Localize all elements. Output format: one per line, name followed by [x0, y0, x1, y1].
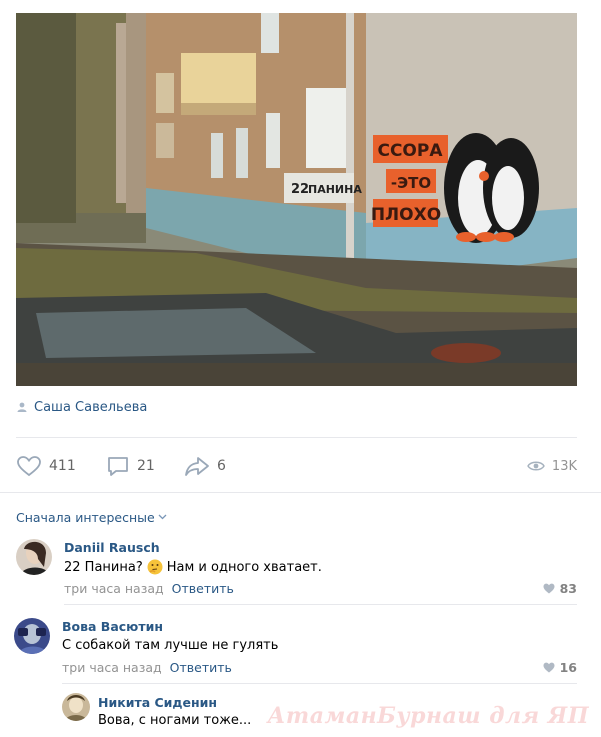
- post-author[interactable]: Саша Савельева: [16, 398, 147, 416]
- chevron-down-icon: [158, 514, 167, 520]
- comment-author[interactable]: Никита Сиденин: [98, 695, 217, 710]
- comment-bubble-icon: [108, 457, 128, 476]
- street-sign: ПАНИНА: [308, 183, 362, 196]
- comment-text-part: Нам и одного хватает.: [166, 559, 322, 575]
- comment-meta: три часа назад Ответить: [64, 581, 234, 596]
- comments-sort-dropdown[interactable]: Сначала интересные: [16, 509, 167, 525]
- comment: Вова Васютин С собакой там лучше не гуля…: [0, 616, 601, 680]
- graffiti-text-2: -ЭТО: [391, 174, 431, 192]
- share-button[interactable]: 6: [184, 452, 226, 480]
- like-button[interactable]: 411: [16, 452, 76, 480]
- comment-text: 22 Панина? Нам и одного хватает.: [64, 559, 322, 575]
- divider: [16, 437, 577, 438]
- author-name[interactable]: Саша Савельева: [34, 400, 147, 415]
- graffiti-text-3: ПЛОХО: [371, 205, 441, 225]
- watermark: АтаманБурнаш для ЯП: [267, 703, 589, 729]
- reply-link[interactable]: Ответить: [170, 660, 232, 675]
- heart-icon: [543, 583, 555, 594]
- comment-like-count: 83: [559, 581, 577, 596]
- sort-label[interactable]: Сначала интересные: [16, 510, 155, 525]
- comment-text-part: 22 Панина?: [64, 559, 143, 575]
- comment-text-part: С собакой там лучше не гулять: [62, 638, 279, 653]
- comment-time[interactable]: три часа назад: [64, 581, 164, 596]
- comment-button[interactable]: 21: [106, 452, 155, 480]
- comment-count: 21: [137, 458, 155, 474]
- comment-text-part: Вова, с ногами тоже...: [98, 713, 252, 728]
- avatar[interactable]: [62, 693, 90, 721]
- view-count: 13K: [551, 458, 577, 474]
- post-photo[interactable]: ССОРА -ЭТО ПЛОХО 22 ПАНИНА: [16, 13, 577, 386]
- comment-author[interactable]: Вова Васютин: [62, 619, 163, 634]
- comment-text: С собакой там лучше не гулять: [62, 638, 278, 653]
- eye-icon: [527, 461, 545, 471]
- house-number: 22: [291, 182, 309, 197]
- reply-link[interactable]: Ответить: [172, 581, 234, 596]
- divider: [62, 683, 577, 684]
- heart-icon: [543, 662, 555, 673]
- avatar[interactable]: [16, 539, 52, 575]
- like-count: 411: [49, 458, 76, 474]
- share-count: 6: [217, 458, 226, 474]
- divider: [64, 604, 577, 605]
- thinking-face-emoji-icon: [147, 559, 163, 575]
- comment-meta: три часа назад Ответить: [62, 660, 232, 675]
- person-icon: [17, 402, 27, 412]
- comment-like-button[interactable]: 83: [543, 581, 577, 596]
- comment-time[interactable]: три часа назад: [62, 660, 162, 675]
- post-actions: 411 21 6 13K: [16, 452, 577, 480]
- comment-text: Вова, с ногами тоже...: [98, 713, 251, 728]
- comment-like-count: 16: [559, 660, 577, 675]
- comment-like-button[interactable]: 16: [543, 660, 577, 675]
- graffiti-text-1: ССОРА: [377, 141, 443, 161]
- comment: Daniil Rausch 22 Панина? Нам и одного хв…: [0, 537, 601, 601]
- comment-author[interactable]: Daniil Rausch: [64, 540, 160, 555]
- divider: [0, 492, 601, 493]
- views-counter: 13K: [527, 452, 577, 480]
- heart-icon: [17, 456, 41, 477]
- share-arrow-icon: [185, 457, 209, 476]
- avatar[interactable]: [14, 618, 50, 654]
